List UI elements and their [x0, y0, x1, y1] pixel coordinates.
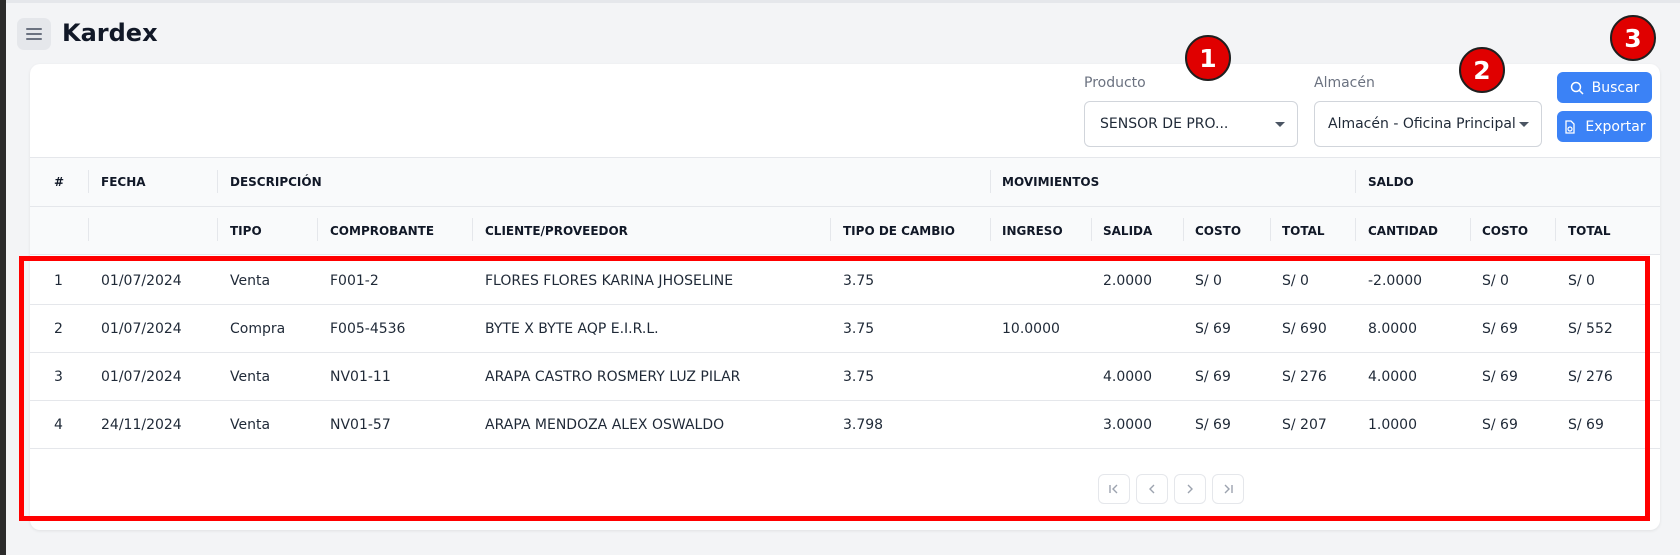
header-saldo-total: TOTAL — [1568, 224, 1611, 238]
header-saldo-costo: COSTO — [1482, 224, 1529, 238]
producto-value: SENSOR DE PRO... — [1100, 116, 1229, 132]
header-saldo: SALDO — [1368, 175, 1414, 189]
almacen-value: Almacén - Oficina Principal — [1328, 116, 1516, 132]
header-tipo-cambio: TIPO DE CAMBIO — [843, 224, 956, 238]
header-descripcion: DESCRIPCIÓN — [230, 175, 322, 189]
header-fecha: FECHA — [101, 175, 146, 189]
header-salida: SALIDA — [1103, 224, 1153, 238]
header-costo: COSTO — [1195, 224, 1242, 238]
almacen-select[interactable]: Almacén - Oficina Principal — [1314, 101, 1542, 147]
page-title: Kardex — [62, 19, 158, 47]
annotation-badge-2: 2 — [1459, 47, 1505, 93]
exportar-button[interactable]: Exportar — [1557, 111, 1652, 142]
header-ingreso: INGRESO — [1002, 224, 1063, 238]
buscar-label: Buscar — [1591, 79, 1640, 96]
hamburger-icon — [26, 28, 42, 30]
producto-label: Producto — [1084, 75, 1146, 91]
header-tipo: TIPO — [230, 224, 262, 238]
chevron-down-icon — [1519, 122, 1529, 127]
chevron-down-icon — [1275, 122, 1285, 127]
buscar-button[interactable]: Buscar — [1557, 72, 1652, 103]
producto-select[interactable]: SENSOR DE PRO... — [1084, 101, 1298, 147]
annotation-badge-3: 3 — [1610, 15, 1656, 61]
header-num: # — [54, 175, 65, 189]
header-movimientos: MOVIMIENTOS — [1002, 175, 1100, 189]
menu-toggle-button[interactable] — [17, 18, 51, 50]
header-comprobante: COMPROBANTE — [330, 224, 435, 238]
almacen-label: Almacén — [1314, 75, 1375, 91]
exportar-label: Exportar — [1585, 118, 1646, 135]
search-icon — [1570, 81, 1584, 95]
header-cantidad: CANTIDAD — [1368, 224, 1438, 238]
header-cliente: CLIENTE/PROVEEDOR — [485, 224, 628, 238]
file-export-icon — [1565, 119, 1576, 134]
window-edge — [0, 0, 6, 555]
header-total: TOTAL — [1282, 224, 1325, 238]
highlight-box — [19, 256, 1650, 521]
top-divider — [6, 0, 1680, 3]
annotation-badge-1: 1 — [1185, 35, 1231, 81]
